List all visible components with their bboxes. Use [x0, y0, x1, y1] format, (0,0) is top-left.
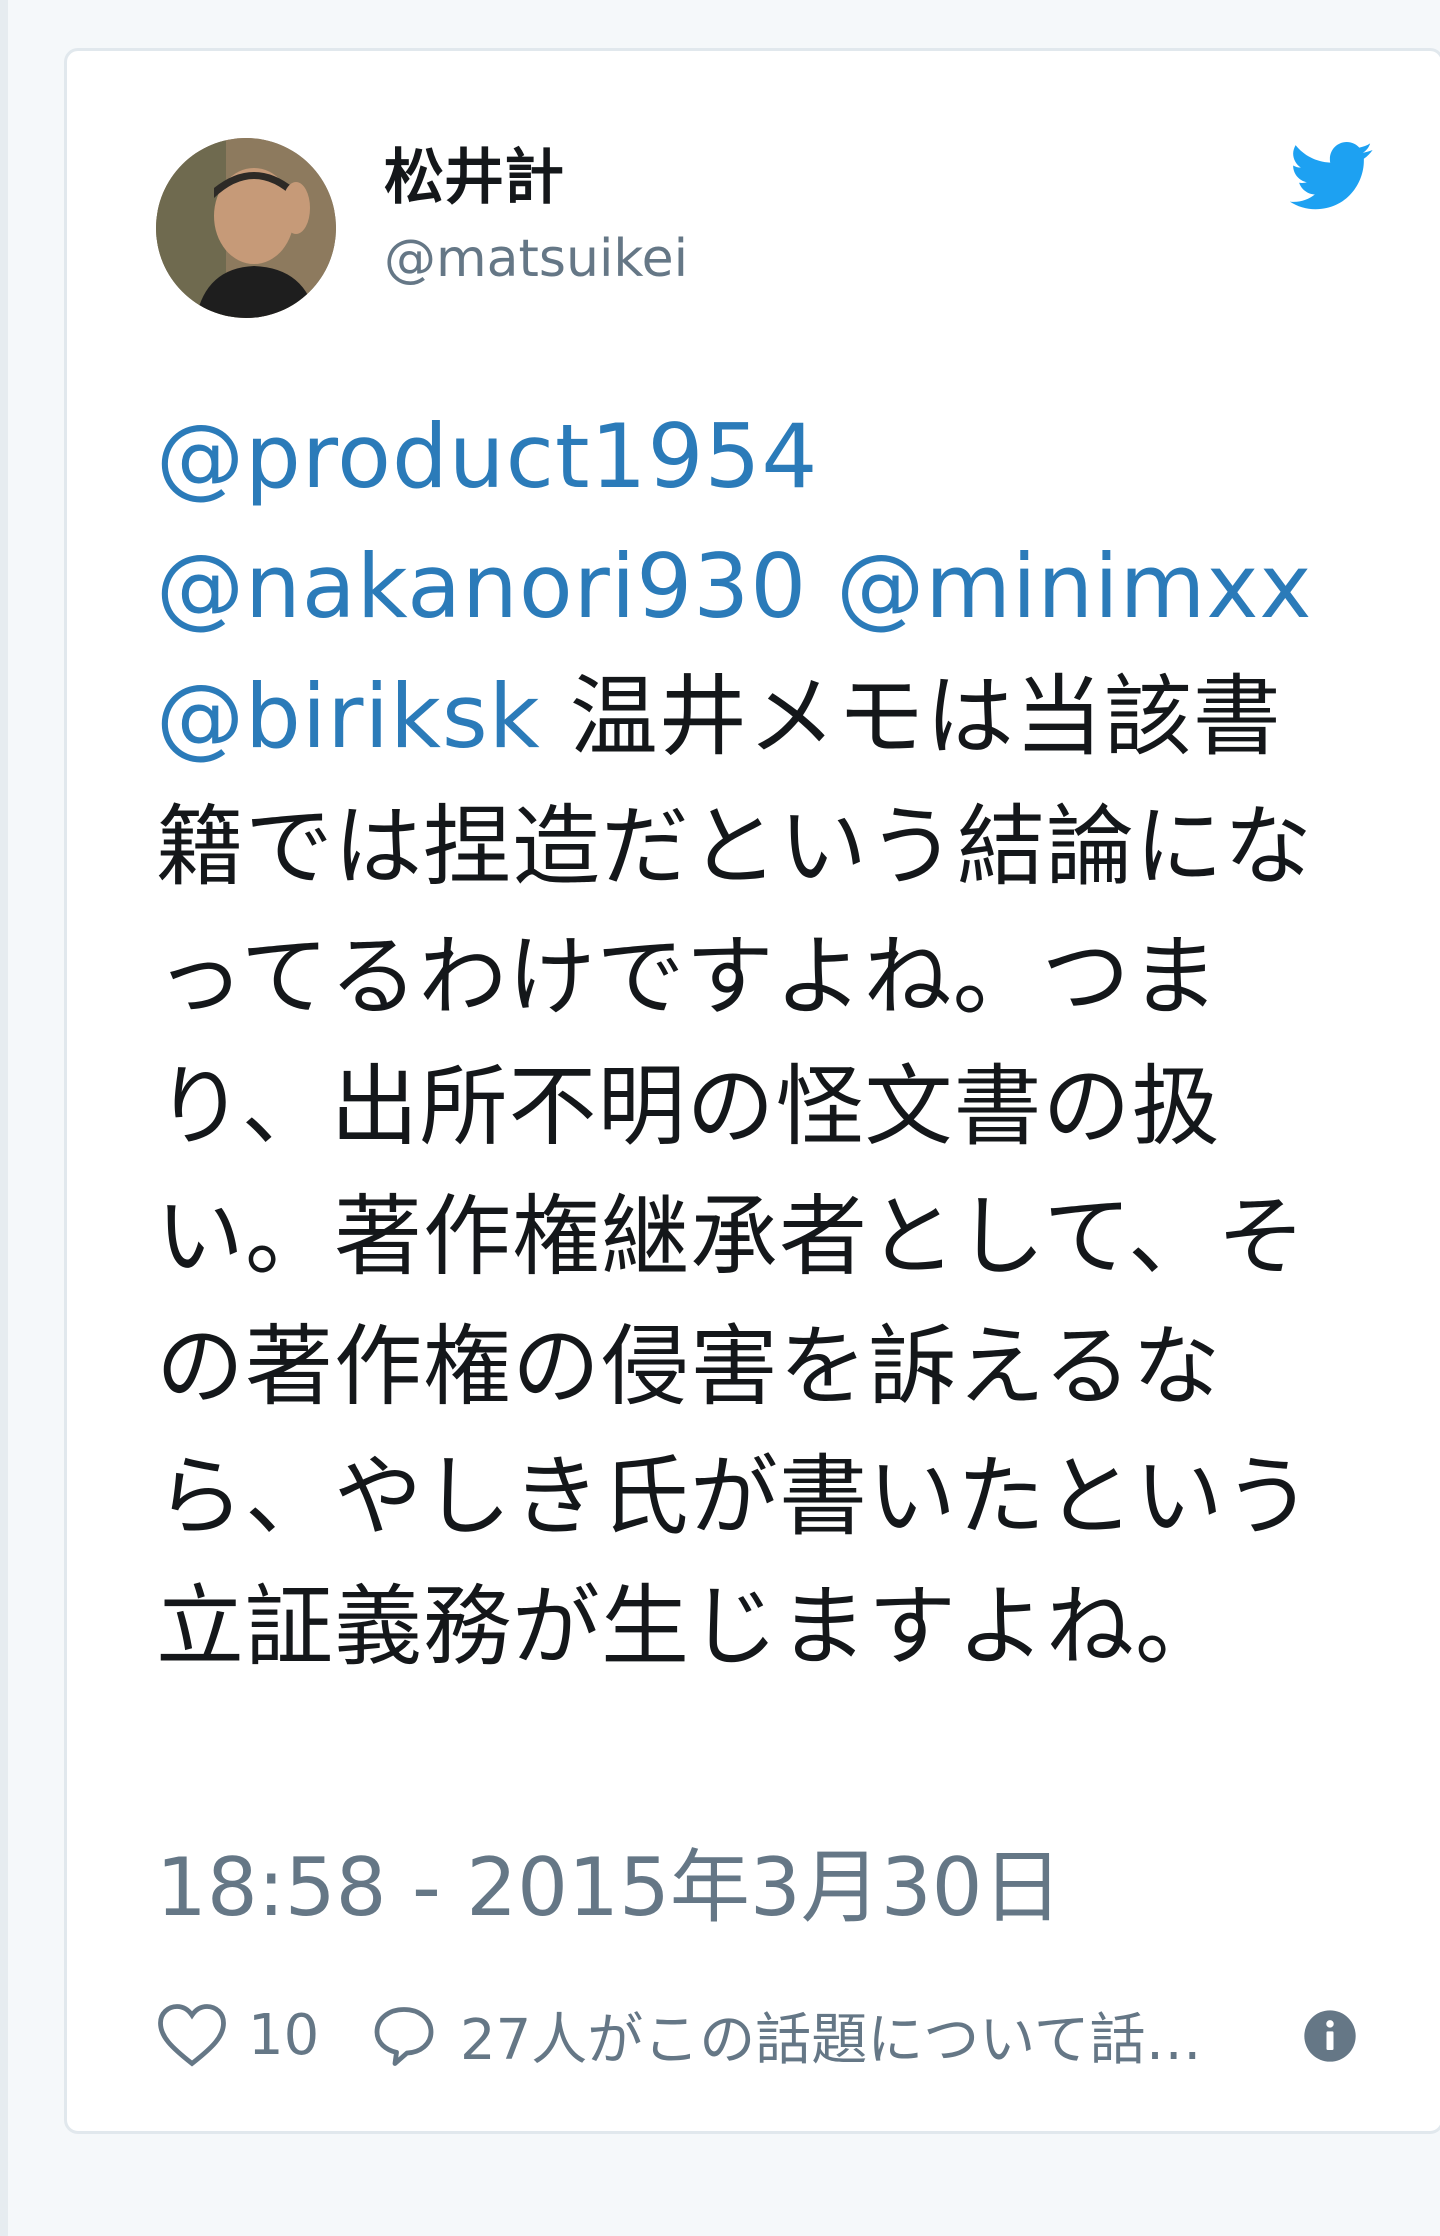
mention-link[interactable]: @product1954 — [156, 405, 818, 508]
mention-link[interactable]: @minimxx — [836, 535, 1312, 638]
speech-bubble-icon — [374, 2007, 434, 2066]
page-edge — [0, 0, 8, 2236]
tweet-actions: 10 27人がこの話題について話… — [156, 1990, 1356, 2080]
info-icon[interactable] — [1302, 2008, 1358, 2064]
tweet-timestamp[interactable]: 18:58 - 2015年3月30日 — [156, 1838, 1063, 1938]
mention-link[interactable]: @biriksk — [156, 665, 541, 768]
twitter-bird-icon[interactable] — [1290, 142, 1374, 212]
mention-link[interactable]: @nakanori930 — [156, 535, 807, 638]
author-display-name[interactable]: 松井計 — [384, 138, 564, 218]
conversation-text: 27人がこの話題について話… — [460, 2007, 1202, 2073]
like-count: 10 — [248, 2002, 320, 2068]
heart-icon — [158, 2004, 226, 2067]
tweet-text: @product1954 @nakanori930 @minimxx @biriks… — [156, 392, 1336, 1692]
like-button[interactable]: 10 — [156, 1990, 319, 2080]
tweet-message: 温井メモは当該書籍では捏造だという結論になってるわけですよね。つまり、出所不明の… — [156, 665, 1314, 1678]
author-handle[interactable]: @matsuikei — [384, 224, 688, 294]
avatar[interactable] — [156, 138, 336, 318]
tweet-header: 松井計 @matsuikei — [156, 138, 1386, 318]
conversation-link[interactable]: 27人がこの話題について話… — [368, 1990, 1202, 2080]
